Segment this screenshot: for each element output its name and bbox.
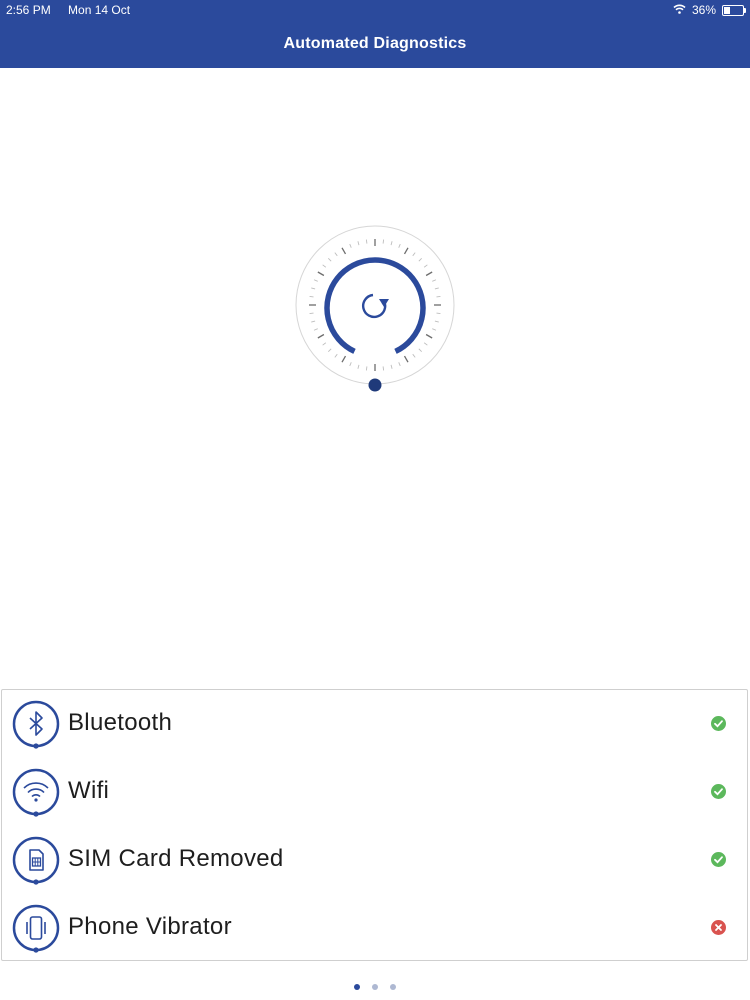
dial-tick [382, 239, 385, 244]
list-item-label: Wifi [68, 777, 110, 804]
app-header: 2:56 PM Mon 14 Oct 36% Automated Diagnos… [0, 0, 750, 68]
status-bar: 2:56 PM Mon 14 Oct 36% [0, 0, 750, 20]
page-title: Automated Diagnostics [283, 35, 467, 52]
list-item-wifi: Wifi [2, 758, 747, 826]
sim-card-icon [11, 835, 61, 885]
dial-tick [365, 366, 368, 371]
list-item-label: Phone Vibrator [68, 913, 232, 940]
status-time: 2:56 PM [6, 3, 51, 17]
bluetooth-icon [11, 699, 61, 749]
list-item-label: Bluetooth [68, 709, 173, 736]
dial-tick [382, 366, 385, 371]
dial-outer-ring [295, 225, 455, 385]
dial-tick [365, 239, 368, 244]
wifi-icon [11, 767, 61, 817]
list-item-bluetooth: Bluetooth [2, 690, 747, 758]
battery-percent: 36% [691, 3, 716, 17]
vibrate-icon [11, 903, 61, 953]
diagnostic-progress-dial [295, 225, 455, 395]
dial-tick [436, 312, 441, 315]
page-dot[interactable] [353, 984, 360, 990]
page-dot[interactable] [390, 984, 397, 990]
page-indicator[interactable] [0, 977, 750, 995]
page-dot[interactable] [372, 984, 378, 990]
list-item-sim-card: SIM Card Removed [2, 826, 747, 894]
battery-icon [722, 4, 746, 16]
list-item-label: SIM Card Removed [68, 845, 284, 872]
status-date: Mon 14 Oct [68, 3, 131, 17]
dial-handle [368, 378, 382, 392]
check-icon [711, 852, 726, 867]
dial-tick [309, 295, 314, 298]
dial-tick [309, 312, 314, 315]
battery-fill [724, 6, 730, 14]
wifi-signal-icon [673, 3, 686, 17]
dial-tick [436, 295, 441, 298]
check-icon [711, 784, 726, 799]
diagnostics-list: Bluetooth Wifi SIM Card Removed Phone Vi… [1, 689, 748, 961]
error-icon [711, 920, 726, 935]
check-icon [711, 716, 726, 731]
list-item-phone-vibrator: Phone Vibrator [2, 894, 747, 962]
